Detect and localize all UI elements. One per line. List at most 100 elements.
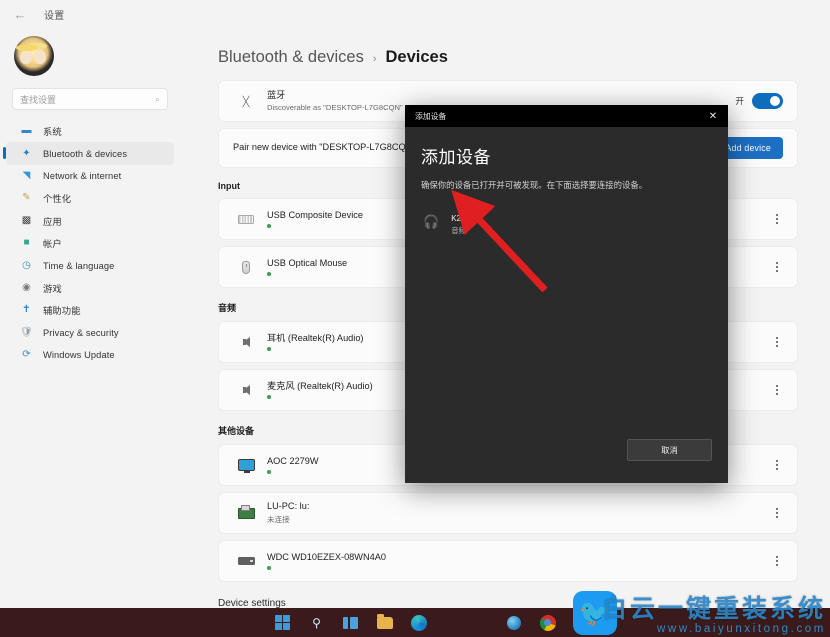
pc-icon: [233, 502, 259, 524]
edge-icon[interactable]: [410, 614, 427, 631]
close-icon[interactable]: ✕: [698, 105, 728, 127]
more-options-icon[interactable]: [771, 383, 783, 397]
search-placeholder: 查找设置: [20, 93, 150, 106]
twitter-icon[interactable]: 🐦: [573, 591, 617, 635]
account-icon: ■: [20, 237, 33, 250]
sidebar-item-label: Bluetooth & devices: [43, 149, 127, 159]
sidebar-nav: ▬ 系统 ✦ Bluetooth & devices ◥ Network & i…: [0, 120, 180, 366]
breadcrumb: Bluetooth & devices › Devices: [180, 28, 830, 67]
back-arrow-icon[interactable]: ←: [10, 4, 30, 24]
toggle-knob: [770, 96, 780, 106]
more-options-icon[interactable]: [771, 506, 783, 520]
speaker-icon: [233, 331, 259, 353]
accessibility-icon: ✝: [20, 304, 33, 317]
clock-icon: ◷: [20, 259, 33, 272]
page-title: Devices: [386, 48, 448, 67]
display-icon: ▬: [20, 125, 33, 138]
device-row-wdc-drive[interactable]: WDC WD10EZEX-08WN4A0: [218, 540, 798, 582]
bluetooth-toggle-label: 开: [735, 95, 744, 107]
start-button[interactable]: [274, 614, 291, 631]
breadcrumb-parent[interactable]: Bluetooth & devices: [218, 48, 364, 67]
dialog-device-item-k2[interactable]: 🎧 K2 音频: [421, 214, 712, 236]
task-view-icon[interactable]: [342, 614, 359, 631]
avatar: [14, 36, 54, 76]
dialog-titlebar: 添加设备 ✕: [405, 105, 728, 127]
bluetooth-toggle-wrap[interactable]: 开: [735, 93, 783, 109]
sidebar-item-label: 游戏: [43, 281, 62, 295]
status-dot: [267, 470, 271, 474]
sidebar-item-label: 辅助功能: [43, 303, 81, 317]
more-options-icon[interactable]: [771, 335, 783, 349]
shield-icon: 🛡: [20, 326, 33, 339]
more-options-icon[interactable]: [771, 554, 783, 568]
sidebar-item-label: 个性化: [43, 191, 71, 205]
gaming-icon: ◉: [20, 281, 33, 294]
status-dot: [267, 566, 271, 570]
brush-icon: ✎: [20, 192, 33, 205]
speaker-icon: [233, 379, 259, 401]
bluetooth-icon: ✦: [20, 147, 33, 160]
file-explorer-icon[interactable]: [376, 614, 393, 631]
sidebar-item-time-language[interactable]: ◷ Time & language: [6, 254, 174, 276]
sidebar-item-system[interactable]: ▬ 系统: [6, 120, 174, 142]
sidebar-item-gaming[interactable]: ◉ 游戏: [6, 277, 174, 299]
twitter-icon-slot: [444, 614, 488, 631]
dialog-body: 添加设备 确保你的设备已打开并可被发现。在下面选择要连接的设备。 🎧 K2 音频…: [405, 127, 728, 483]
sidebar-item-label: Privacy & security: [43, 328, 119, 338]
monitor-icon: [233, 454, 259, 476]
device-name: WDC WD10EZEX-08WN4A0: [267, 552, 783, 564]
dialog-device-subtitle: 音频: [451, 225, 466, 236]
drive-icon: [233, 550, 259, 572]
dialog-heading: 添加设备: [421, 143, 712, 168]
sidebar-item-label: 系统: [43, 124, 62, 138]
wifi-icon: ◥: [20, 169, 33, 182]
keyboard-icon: [233, 208, 259, 230]
sidebar-item-label: Windows Update: [43, 350, 115, 360]
sidebar-item-bluetooth-devices[interactable]: ✦ Bluetooth & devices: [6, 142, 174, 164]
more-options-icon[interactable]: [771, 260, 783, 274]
sidebar: 查找设置 ⌕ ▬ 系统 ✦ Bluetooth & devices ◥ Netw…: [0, 28, 180, 637]
device-name: LU-PC: lu:: [267, 501, 783, 513]
app-title: 设置: [44, 7, 65, 22]
search-icon[interactable]: ⚲: [308, 614, 325, 631]
bluetooth-toggle[interactable]: [752, 93, 783, 109]
sidebar-item-network-internet[interactable]: ◥ Network & internet: [6, 165, 174, 187]
apps-icon: ▩: [20, 214, 33, 227]
more-options-icon[interactable]: [771, 458, 783, 472]
taskbar: ⚲: [0, 608, 830, 637]
search-icon: ⌕: [155, 94, 160, 105]
status-dot: [267, 224, 271, 228]
settings-window: ← 设置 查找设置 ⌕ ▬ 系统 ✦ Bluetooth & devices ◥…: [0, 0, 830, 637]
cancel-button[interactable]: 取消: [627, 439, 712, 461]
browser-icon[interactable]: [505, 614, 522, 631]
more-options-icon[interactable]: [771, 212, 783, 226]
device-status-text: 未连接: [267, 514, 783, 525]
sidebar-item-label: 应用: [43, 214, 62, 228]
device-text: WDC WD10EZEX-08WN4A0: [259, 552, 783, 571]
add-device-dialog: 添加设备 ✕ 添加设备 确保你的设备已打开并可被发现。在下面选择要连接的设备。 …: [405, 105, 728, 483]
avatar-container[interactable]: [0, 28, 180, 76]
sidebar-item-privacy-security[interactable]: 🛡 Privacy & security: [6, 322, 174, 344]
sidebar-item-label: 帐户: [43, 236, 62, 250]
update-icon: ⟳: [20, 349, 33, 362]
sidebar-item-personalization[interactable]: ✎ 个性化: [6, 187, 174, 209]
dialog-description: 确保你的设备已打开并可被发现。在下面选择要连接的设备。: [421, 179, 712, 192]
device-row-lu-pc[interactable]: LU-PC: lu: 未连接: [218, 492, 798, 534]
status-dot: [267, 272, 271, 276]
sidebar-item-accessibility[interactable]: ✝ 辅助功能: [6, 299, 174, 321]
sidebar-item-label: Network & internet: [43, 171, 121, 181]
breadcrumb-separator: ›: [373, 53, 377, 65]
search-input[interactable]: 查找设置 ⌕: [12, 88, 168, 110]
dialog-device-name: K2: [451, 214, 466, 223]
sidebar-item-windows-update[interactable]: ⟳ Windows Update: [6, 344, 174, 366]
headset-icon: 🎧: [423, 215, 439, 228]
device-text: LU-PC: lu: 未连接: [259, 501, 783, 525]
chrome-icon[interactable]: [539, 614, 556, 631]
sidebar-item-apps[interactable]: ▩ 应用: [6, 210, 174, 232]
sidebar-item-accounts[interactable]: ■ 帐户: [6, 232, 174, 254]
dialog-titlebar-text: 添加设备: [415, 111, 446, 122]
bluetooth-icon: ᚷ: [233, 90, 259, 112]
status-dot: [267, 347, 271, 351]
device-settings-heading: Device settings: [180, 582, 830, 609]
sidebar-item-label: Time & language: [43, 261, 114, 271]
